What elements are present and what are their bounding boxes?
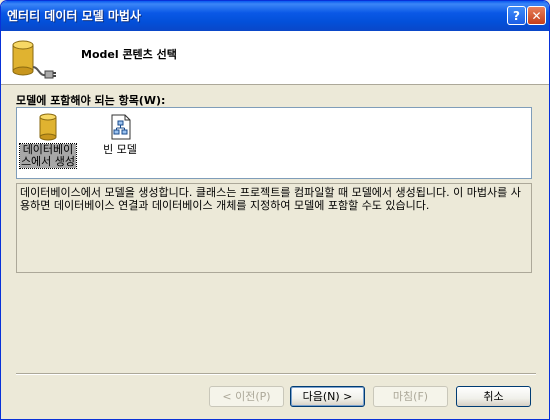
- wizard-header: Model 콘텐츠 선택: [1, 31, 549, 85]
- template-label: 빈 모델: [103, 143, 137, 156]
- template-label: 데이터베이 스에서 생성: [18, 143, 78, 169]
- page-title: Model 콘텐츠 선택: [81, 48, 177, 61]
- content-list-label: 모델에 포함해야 되는 항목(W):: [16, 94, 166, 107]
- template-generate-from-database[interactable]: 데이터베이 스에서 생성: [18, 112, 78, 169]
- database-plug-icon: [12, 40, 56, 79]
- title-bar[interactable]: 엔터티 데이터 모델 마법사 ? ✕: [1, 1, 549, 31]
- close-button[interactable]: ✕: [527, 6, 546, 25]
- next-button[interactable]: 다음(N) >: [290, 386, 365, 407]
- database-icon: [39, 113, 57, 141]
- previous-button[interactable]: < 이전(P): [209, 386, 284, 407]
- template-empty-model[interactable]: 빈 모델: [91, 112, 149, 156]
- cancel-button[interactable]: 취소: [456, 386, 531, 407]
- window-title: 엔터티 데이터 모델 마법사: [7, 9, 141, 23]
- description-box: 데이터베이스에서 모델을 생성합니다. 클래스는 프로젝트를 컴파일할 때 모델…: [16, 183, 532, 273]
- divider: [16, 373, 536, 375]
- help-button[interactable]: ?: [507, 6, 526, 25]
- model-content-list[interactable]: 데이터베이 스에서 생성 빈 모델: [16, 107, 532, 179]
- wizard-window: 엔터티 데이터 모델 마법사 ? ✕ Model 콘텐츠 선택 모델에 포함해야…: [0, 0, 550, 420]
- empty-model-icon: [111, 114, 131, 140]
- finish-button[interactable]: 마침(F): [373, 386, 448, 407]
